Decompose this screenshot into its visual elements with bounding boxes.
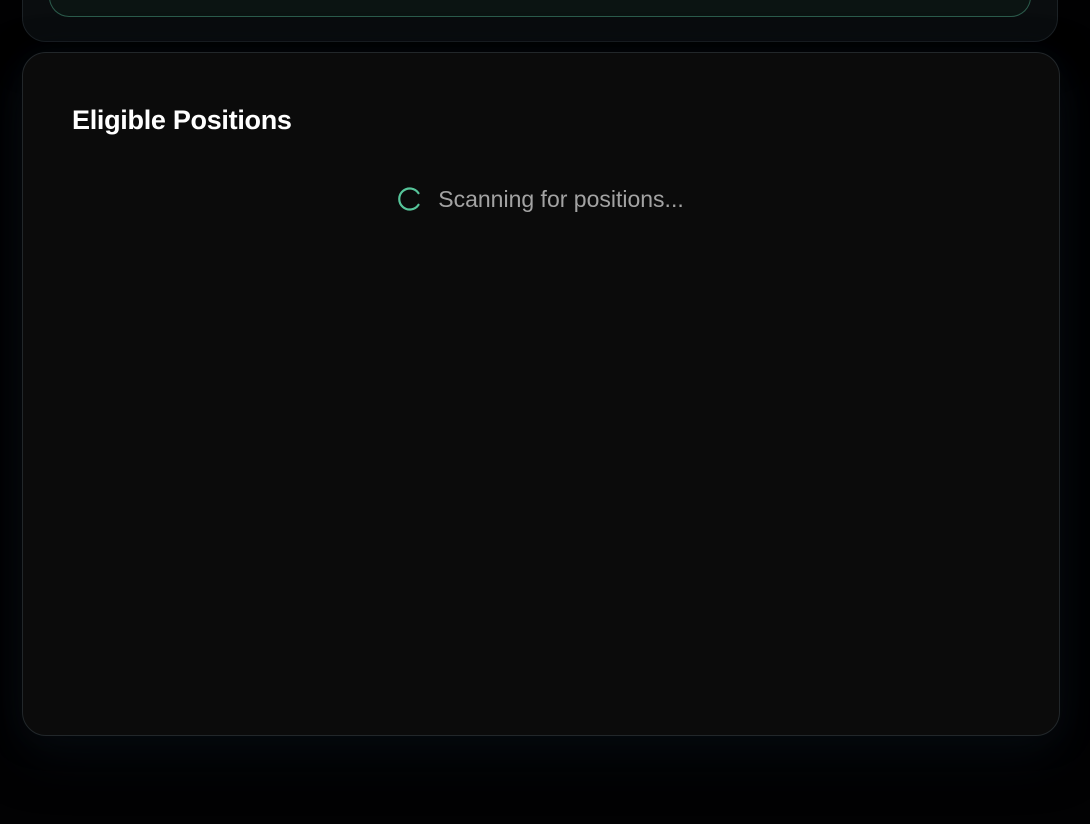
previous-card (22, 0, 1058, 42)
loading-text: Scanning for positions... (438, 185, 684, 212)
page: Eligible Positions Scanning for position… (0, 0, 1090, 824)
card-title: Eligible Positions (72, 105, 292, 135)
previous-card-inner-panel (49, 0, 1031, 17)
loading-spinner-icon (398, 187, 420, 211)
loading-state: Scanning for positions... (23, 182, 1059, 216)
eligible-positions-card: Eligible Positions Scanning for position… (22, 52, 1060, 736)
